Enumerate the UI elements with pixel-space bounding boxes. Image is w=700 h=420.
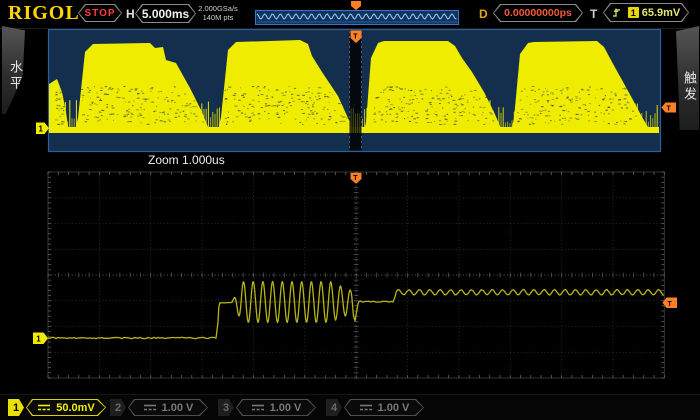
delay-badge[interactable]: 0.00000000ps [493,4,583,22]
channel-3-badge[interactable]: 3 1.00 V [218,399,316,416]
channel-1-position-marker[interactable]: 1 [33,333,48,345]
sample-rate: 2.000GSa/s [196,4,240,13]
channel-2-badge[interactable]: 2 1.00 V [110,399,208,416]
tab-horizontal-menu[interactable]: 水平 [2,26,25,114]
trigger-level-marker[interactable]: T [662,103,677,113]
zoomed-waveform-display: T 1 T [30,168,680,382]
trigger-label: T [590,7,597,21]
channel-4-number: 4 [326,399,342,416]
trigger-source-badge: 1 [628,7,639,18]
timebase-value: 5.000ms [142,7,189,21]
channel-2-number: 2 [110,399,126,416]
svg-text:T: T [353,175,358,182]
svg-text:T: T [667,106,672,113]
rigol-logo: RIGOL [8,2,80,25]
svg-text:T: T [668,301,673,308]
channel-4-badge[interactable]: 4 1.00 V [326,399,424,416]
dc-coupling-icon [143,404,157,411]
channel-1-badge[interactable]: 1 50.0mV [8,399,106,416]
svg-text:1: 1 [36,334,41,343]
channel-1-number: 1 [8,399,24,416]
channel-3-scale: 1.00 V [270,402,302,414]
memory-waveform-strip[interactable] [255,10,459,25]
channel-3-number: 3 [218,399,234,416]
run-state-badge[interactable]: STOP [78,4,122,22]
run-state-label: STOP [84,8,115,19]
channel-1-position-marker[interactable]: 1 [36,123,49,135]
trigger-level-value: 65.9mV [642,7,681,19]
oscilloscope-screen: RIGOL STOP H 5.000ms 2.000GSa/s 140M pts… [0,0,700,420]
dc-coupling-icon [37,404,51,411]
zoom-region-window[interactable] [350,31,362,151]
trigger-info-badge[interactable]: 1 65.9mV [603,3,689,22]
dc-coupling-icon [251,404,265,411]
trigger-position-icon[interactable] [349,1,363,11]
graticule [48,172,664,378]
dc-coupling-icon [359,404,373,411]
svg-text:1: 1 [39,124,44,133]
delay-value: 0.00000000ps [504,7,572,19]
timebase-badge[interactable]: 5.000ms [135,4,196,23]
svg-text:T: T [353,34,358,41]
status-bar: RIGOL STOP H 5.000ms 2.000GSa/s 140M pts… [0,0,700,29]
zoom-scale-label: Zoom 1.000us [148,153,225,167]
edge-trigger-icon [612,7,625,18]
channel-2-scale: 1.00 V [162,402,194,414]
zoomed-out-waveform-window: T 1 T [30,29,680,153]
delay-label: D [479,7,488,21]
memory-depth: 140M pts [196,13,240,22]
trigger-position-marker[interactable]: T [351,173,362,184]
channel-1-scale: 50.0mV [56,402,95,414]
horizontal-label: H [126,7,135,21]
channel-4-scale: 1.00 V [378,402,410,414]
channel-status-bar: 1 50.0mV 2 [0,394,700,420]
acquisition-info: 2.000GSa/s 140M pts [196,4,240,22]
